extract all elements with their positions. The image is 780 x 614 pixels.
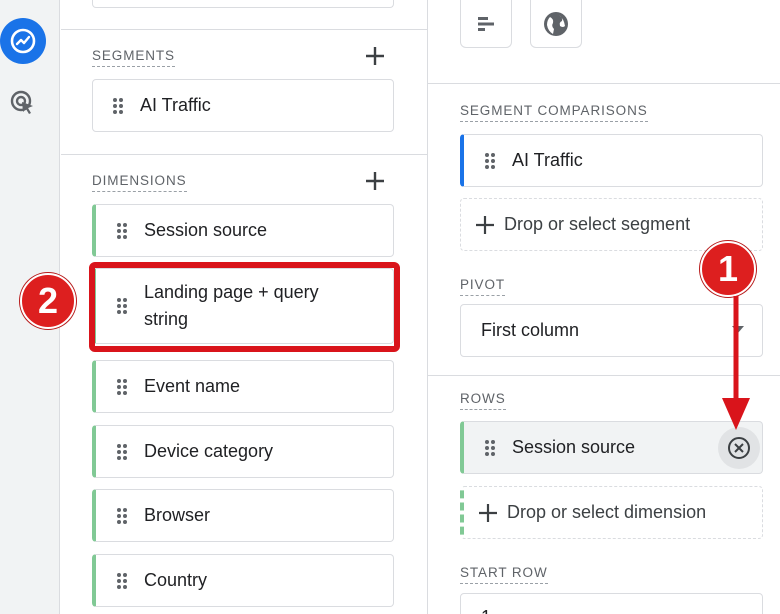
dimension-item-session-source[interactable]: Session source xyxy=(92,204,394,257)
segments-heading: SEGMENTS xyxy=(92,48,175,67)
pivot-selected-value: First column xyxy=(481,320,580,340)
segment-card[interactable]: AI Traffic xyxy=(92,79,394,132)
drag-handle-icon[interactable] xyxy=(116,507,128,525)
drag-handle-icon[interactable] xyxy=(116,378,128,396)
dimensions-heading: DIMENSIONS xyxy=(92,173,187,192)
segment-comparison-label: AI Traffic xyxy=(512,150,583,170)
dimension-item-browser[interactable]: Browser xyxy=(92,489,394,542)
dimension-item-device-category[interactable]: Device category xyxy=(92,425,394,478)
drag-handle-icon[interactable] xyxy=(484,439,496,457)
add-segment-button[interactable] xyxy=(363,44,387,68)
advertising-target-icon[interactable] xyxy=(0,80,46,126)
start-row-heading: START ROW xyxy=(460,565,548,584)
close-circle-icon xyxy=(728,437,750,459)
annotation-arrow xyxy=(722,296,750,430)
segment-comparisons-heading: SEGMENT COMPARISONS xyxy=(460,103,648,122)
drag-handle-icon[interactable] xyxy=(112,97,124,115)
start-row-input[interactable]: 1 xyxy=(460,593,763,614)
drop-dimension-label: Drop or select dimension xyxy=(507,502,707,522)
rows-item-label: Session source xyxy=(512,437,636,457)
globe-icon xyxy=(544,11,568,36)
visualization-button[interactable] xyxy=(460,0,512,48)
drag-handle-icon[interactable] xyxy=(116,443,128,461)
drag-handle-icon[interactable] xyxy=(116,222,128,240)
dimension-label: Device category xyxy=(144,441,274,461)
dimension-item-event-name[interactable]: Event name xyxy=(92,360,394,413)
annotation-highlight-box xyxy=(89,262,400,352)
plus-icon xyxy=(476,215,494,234)
cropped-item xyxy=(92,0,394,8)
geo-map-button[interactable] xyxy=(530,0,582,48)
plus-icon xyxy=(366,47,384,65)
add-dimension-button[interactable] xyxy=(363,169,387,193)
drag-handle-icon[interactable] xyxy=(484,152,496,170)
plus-icon xyxy=(366,172,384,190)
rows-heading: ROWS xyxy=(460,391,506,410)
dimension-item-country[interactable]: Country xyxy=(92,554,394,607)
dimension-label: Session source xyxy=(144,220,268,240)
start-row-value: 1 xyxy=(481,604,491,614)
drop-segment-label: Drop or select segment xyxy=(504,214,691,234)
divider xyxy=(61,29,427,30)
bar-chart-icon xyxy=(478,16,494,31)
drag-handle-icon[interactable] xyxy=(116,572,128,590)
dimension-label: Event name xyxy=(144,376,241,396)
pivot-heading: PIVOT xyxy=(460,277,506,296)
annotation-badge-1: 1 xyxy=(700,241,756,297)
segment-label: AI Traffic xyxy=(140,95,211,115)
plus-icon xyxy=(479,503,497,522)
analytics-icon[interactable] xyxy=(0,18,46,64)
annotation-badge-2: 2 xyxy=(20,273,76,329)
segment-comparison-item[interactable]: AI Traffic xyxy=(460,134,763,187)
dimension-label: Country xyxy=(144,570,208,590)
drop-dimension-target[interactable]: Drop or select dimension xyxy=(460,486,763,539)
divider xyxy=(61,154,427,155)
divider xyxy=(428,83,780,84)
dimension-label: Browser xyxy=(144,505,211,525)
